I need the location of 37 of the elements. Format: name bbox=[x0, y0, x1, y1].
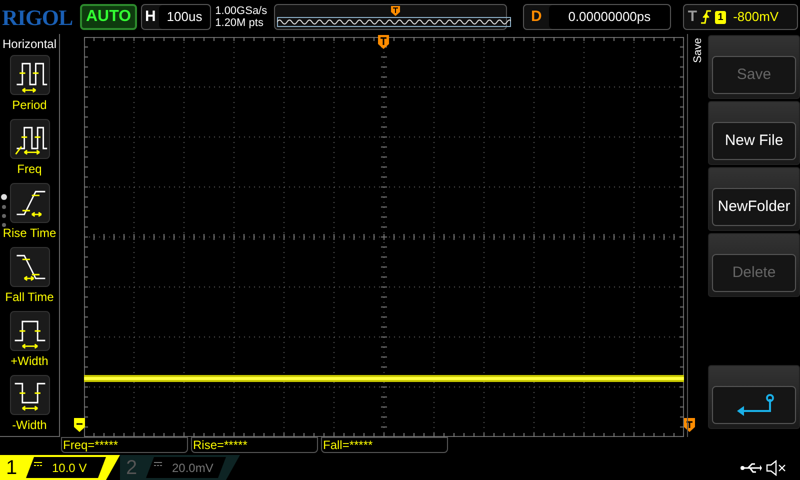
measurement-readout: Fall=***** bbox=[321, 437, 448, 453]
usb-icon bbox=[740, 462, 762, 474]
softkey-menu-title: Save bbox=[691, 38, 704, 66]
rising-edge-icon bbox=[701, 10, 712, 24]
channel-tab[interactable]: 1 10.0 V bbox=[0, 455, 120, 480]
menu-item[interactable]: -Width bbox=[0, 372, 60, 436]
trigger-label: T bbox=[688, 6, 698, 27]
trigger-level: -800mV bbox=[733, 8, 779, 26]
dc-coupling-icon bbox=[34, 462, 42, 466]
run-state-button[interactable]: AUTO bbox=[80, 4, 138, 30]
brand-logo: RIGOL bbox=[2, 4, 74, 32]
menu-item[interactable]: +Width bbox=[0, 308, 60, 372]
menu-item[interactable]: Period bbox=[0, 52, 60, 116]
timebase-label: H bbox=[144, 6, 157, 27]
menu-item[interactable]: Freq bbox=[0, 116, 60, 180]
softkey-button[interactable]: New File bbox=[708, 101, 800, 165]
channel-tab[interactable]: 2 20.0mV bbox=[120, 455, 240, 480]
timebase-value: 100us bbox=[158, 5, 210, 29]
trigger-time-marker-icon bbox=[378, 35, 389, 49]
measurement-readout: Freq=***** bbox=[61, 437, 188, 453]
menu-item[interactable]: Fall Time bbox=[0, 244, 60, 308]
overview-wave-icon bbox=[276, 17, 511, 27]
delay-label: D bbox=[530, 6, 543, 27]
menu-title: Horizontal bbox=[2, 36, 57, 52]
measurement-readout: Rise=***** bbox=[191, 437, 318, 453]
menu-item[interactable]: Rise Time bbox=[0, 180, 60, 244]
speaker-muted-icon bbox=[766, 460, 786, 476]
delay-value: 0.00000000ps bbox=[548, 5, 670, 29]
trigger-source: 1 bbox=[715, 10, 726, 24]
dc-coupling-icon bbox=[154, 462, 162, 466]
trigger-level-marker-icon bbox=[684, 418, 695, 432]
sample-rate: 1.00GSa/s bbox=[215, 5, 268, 17]
memory-depth: 1.20M pts bbox=[215, 17, 264, 29]
trigger-position-icon bbox=[390, 6, 400, 16]
channel-ground-marker-icon bbox=[74, 418, 85, 432]
softkey-button[interactable]: NewFolder bbox=[708, 167, 800, 231]
back-button[interactable] bbox=[708, 365, 800, 429]
